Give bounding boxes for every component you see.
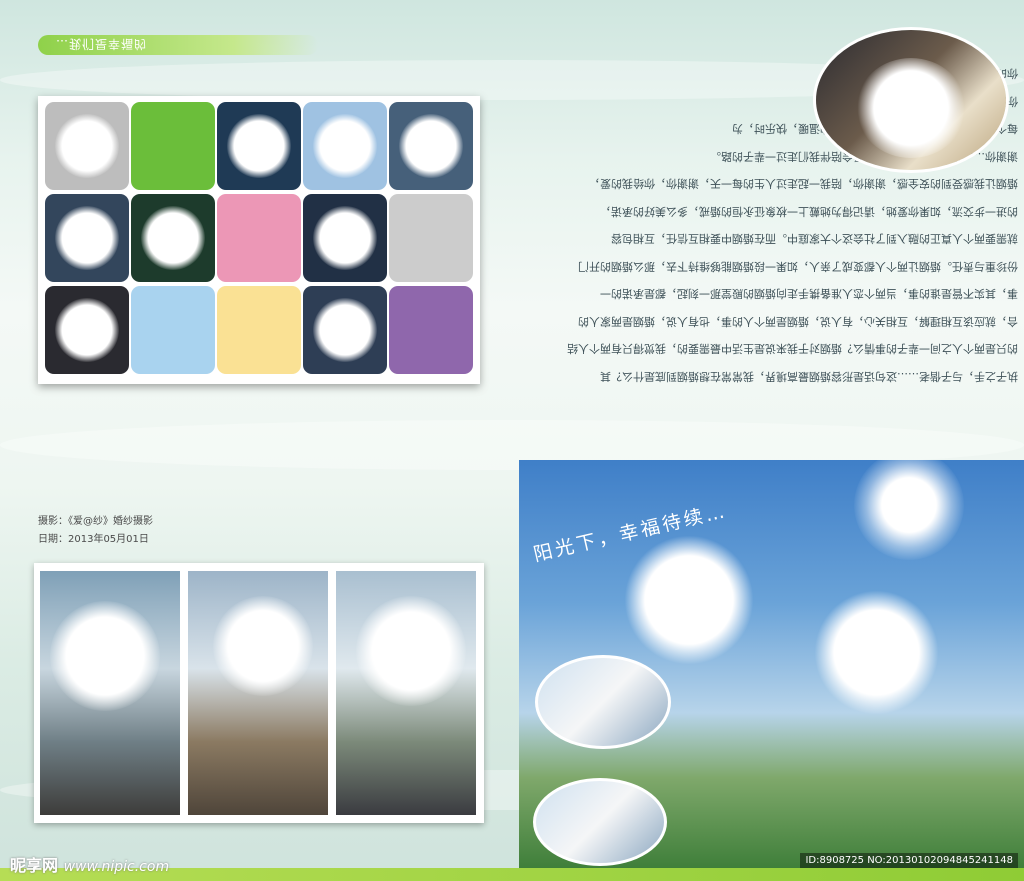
photo-strip bbox=[188, 571, 328, 815]
story-line: 的只是两个人之间一辈子的事情么？婚姻对于我来说是生活中最需要的，我觉得只有两个人… bbox=[567, 342, 1018, 356]
grid-color-tile bbox=[389, 194, 473, 282]
story-line: 事，其实不管是谁的事，当两个恋人准备携手走向婚姻的殿堂那一刻起，都是承诺的一 bbox=[600, 287, 1018, 301]
hero-photo: 阳光下，幸福待续… bbox=[519, 460, 1024, 868]
story-line: 婚姻让我感受到的安全感，谢谢你，陪我一起走过人生的每一天，谢谢你，你给我的爱， bbox=[589, 177, 1018, 191]
grid-color-tile bbox=[131, 286, 215, 374]
date-credit: 日期：2013年05月01日 bbox=[38, 534, 149, 545]
photo-grid-card bbox=[38, 96, 480, 384]
grid-color-tile bbox=[389, 286, 473, 374]
watermark-brand: 昵享网 bbox=[10, 856, 59, 875]
circle-photo bbox=[816, 30, 1006, 170]
grid-color-tile bbox=[217, 194, 301, 282]
grid-photo-tile bbox=[217, 102, 301, 190]
story-line: 就需要两个人真正的融入到了社会这个大家庭中。而在婚姻中要相互信任，互相包容 bbox=[611, 232, 1018, 246]
sun-glow bbox=[854, 460, 964, 560]
watermark-url: www.nipic.com bbox=[63, 859, 170, 875]
grid-photo-tile bbox=[303, 102, 387, 190]
story-line: 份珍重与责任。婚姻让两个人都变成了亲人，如果一段婚姻能够维持下去，那么婚姻的开门 bbox=[578, 260, 1018, 273]
grid-photo-tile bbox=[45, 194, 129, 282]
grid-photo-tile bbox=[131, 194, 215, 282]
story-line: 的进一步交流，如果你爱她，请记得为她戴上一枚象征永恒的婚戒，多么美好的承诺， bbox=[600, 205, 1018, 218]
photographer-credit: 摄影：《爱@纱》婚纱摄影 bbox=[38, 516, 153, 527]
grid-photo-tile bbox=[303, 286, 387, 374]
watermark: 昵享网 www.nipic.com bbox=[10, 852, 169, 876]
grid-photo-tile bbox=[45, 102, 129, 190]
grid-color-tile bbox=[131, 102, 215, 190]
page-title: …我们是幸福的 bbox=[56, 37, 148, 51]
story-line: 执子之手，与子偕老……这句话是形容婚姻最高境界，我常常在想婚姻到底是什么？其 bbox=[600, 370, 1018, 383]
inset-photo bbox=[533, 778, 667, 866]
grid-color-tile bbox=[217, 286, 301, 374]
grid-photo-tile bbox=[45, 286, 129, 374]
photo-strip-card bbox=[34, 563, 484, 823]
photo-strip bbox=[336, 571, 476, 815]
image-id-tag: ID:8908725 NO:20130102094845241148 bbox=[800, 853, 1018, 868]
photo-strip bbox=[40, 571, 180, 815]
grid-photo-tile bbox=[389, 102, 473, 190]
grid-photo-tile bbox=[303, 194, 387, 282]
story-line: 合，就应该互相理解，互相关心，有人说，婚姻是两个人的事，也有人说，婚姻是两家人的 bbox=[578, 315, 1018, 328]
inset-photo bbox=[535, 655, 671, 749]
